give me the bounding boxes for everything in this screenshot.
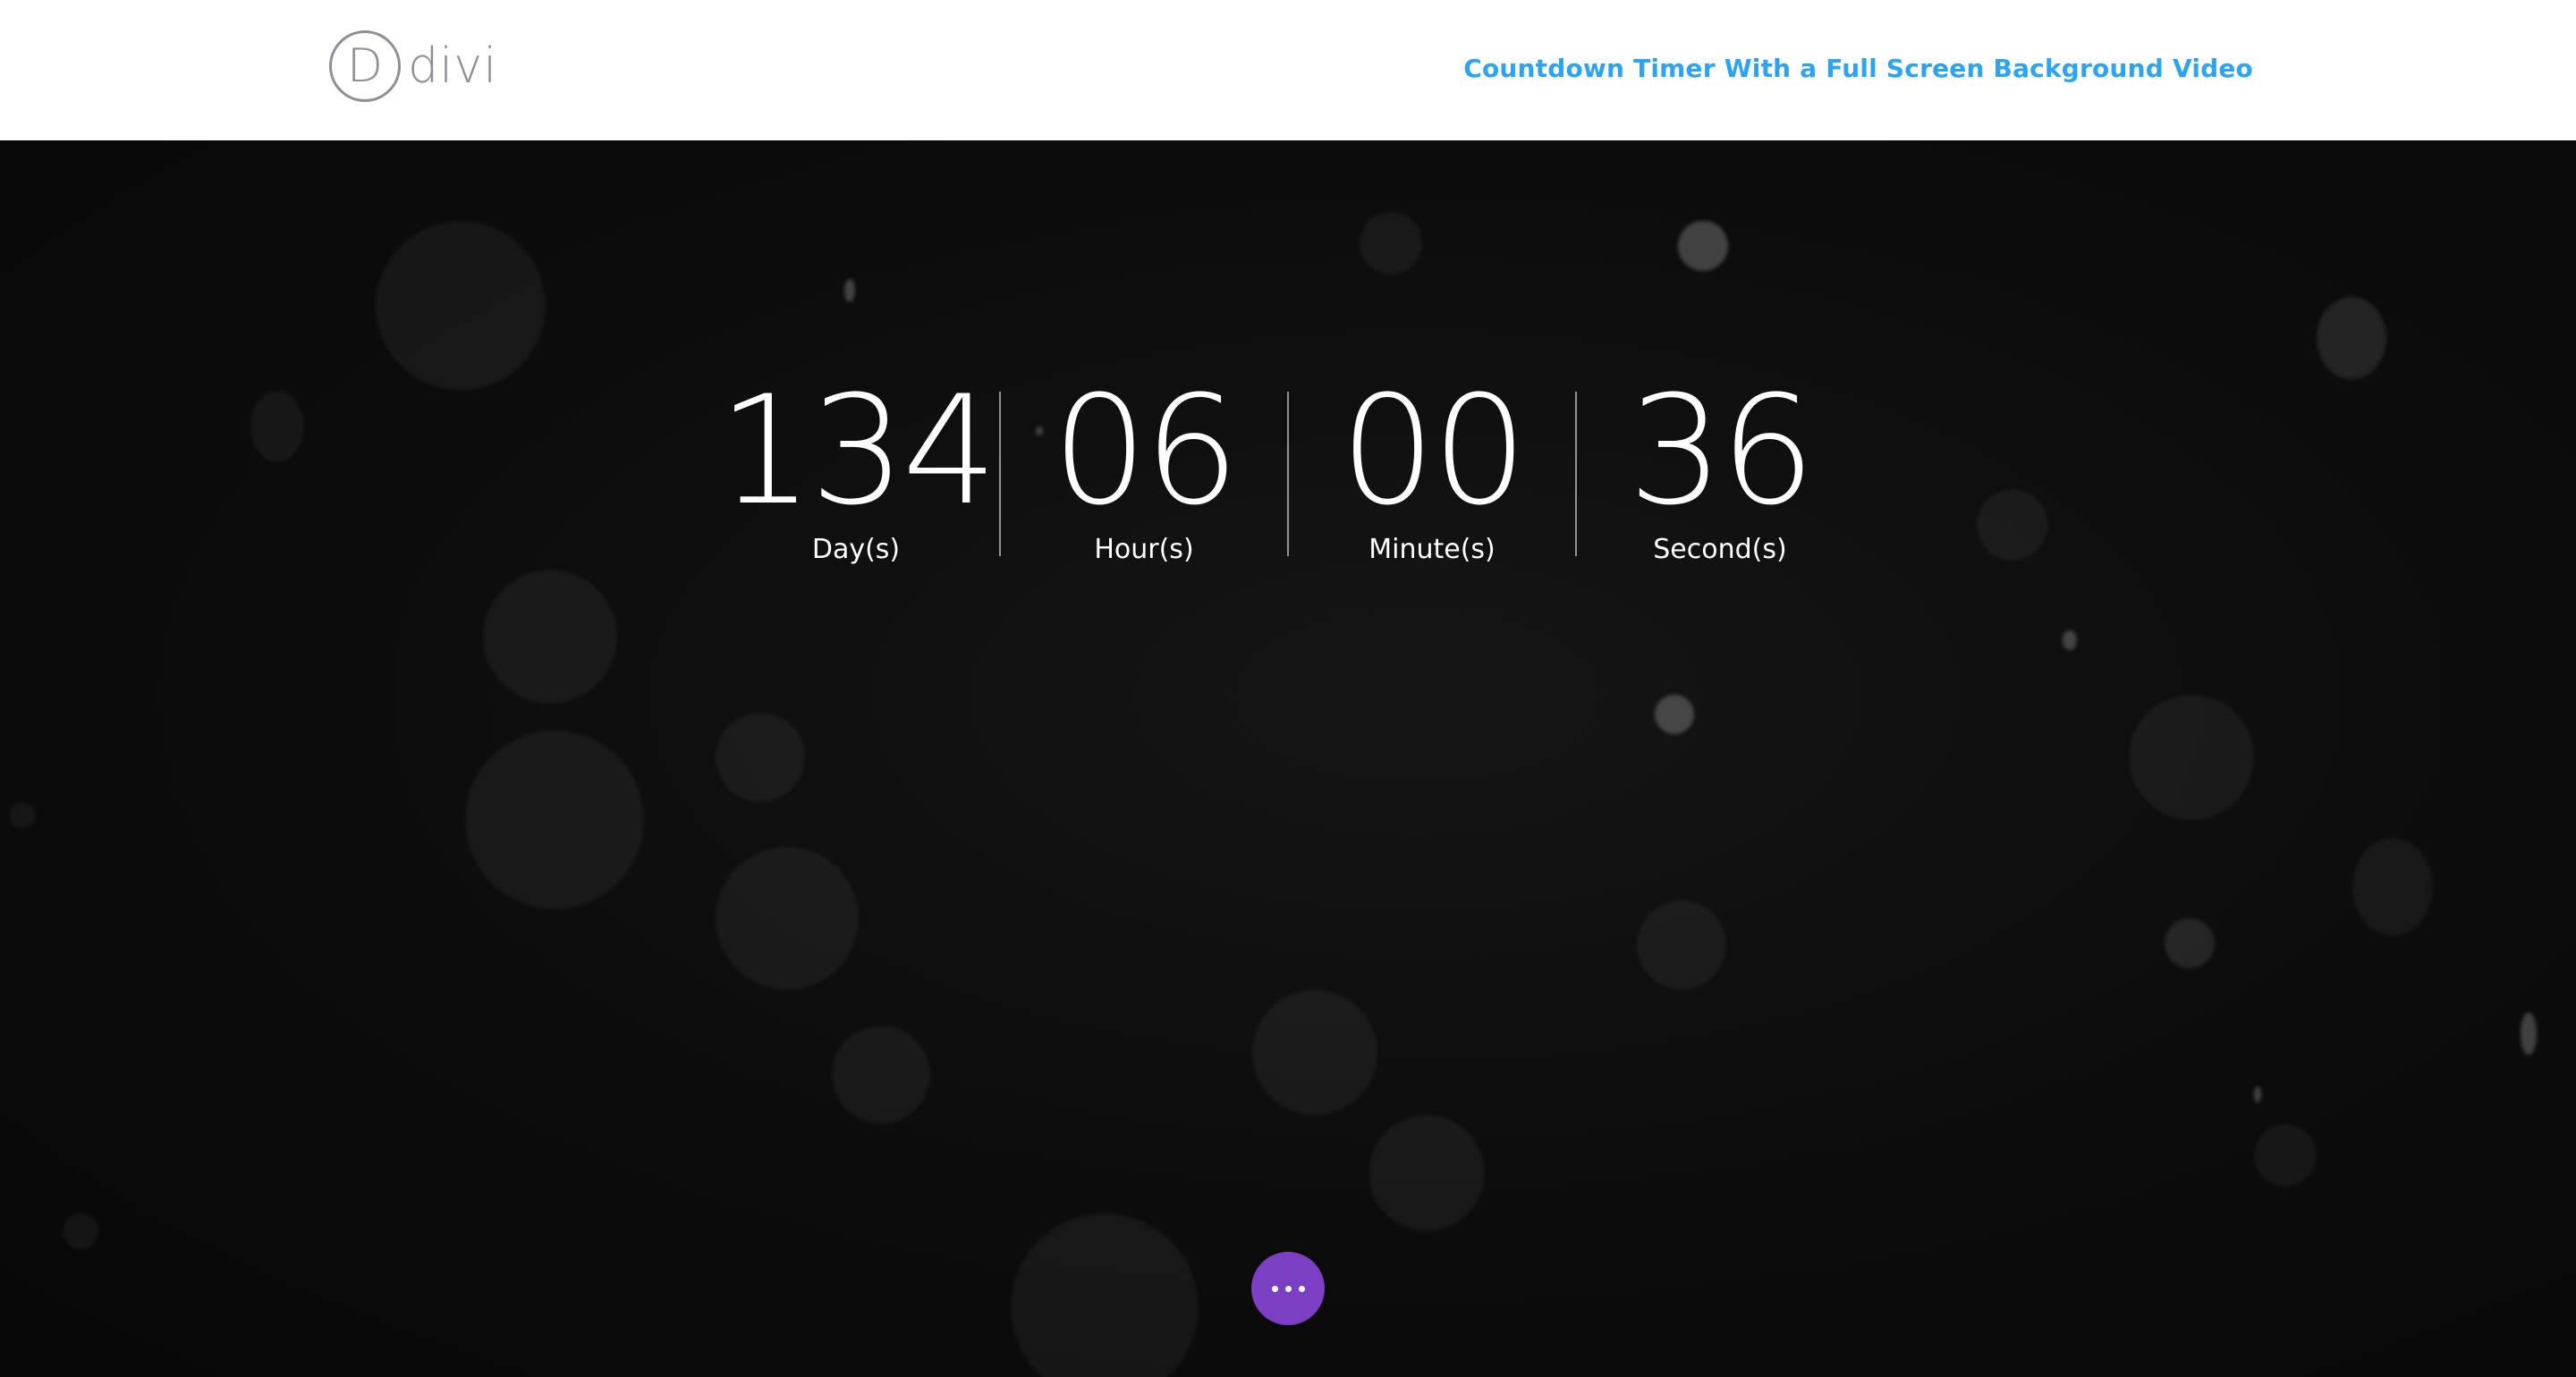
countdown-days: 134 Day(s) (713, 376, 999, 563)
logo-text: divi (408, 38, 498, 94)
bokeh-particle (483, 570, 617, 704)
bokeh-particle (844, 279, 855, 302)
seconds-value: 36 (1628, 363, 1816, 538)
countdown-seconds: 36 Second(s) (1577, 376, 1863, 563)
bokeh-particle (1655, 695, 1694, 734)
divi-logo[interactable]: D divi (329, 30, 497, 102)
bokeh-particle (716, 847, 859, 990)
bokeh-particle (2063, 630, 2077, 650)
days-label: Day(s) (811, 534, 901, 565)
days-value: 134 (717, 363, 998, 538)
bokeh-particle (716, 713, 805, 802)
bokeh-particle (1637, 900, 1726, 990)
bokeh-particle (465, 731, 644, 909)
bokeh-particle (2521, 1012, 2537, 1055)
bokeh-particle (832, 1026, 930, 1124)
bokeh-particle (2317, 297, 2386, 379)
countdown-hours: 06 Hour(s) (1001, 376, 1287, 563)
bokeh-particle (2129, 695, 2254, 820)
bokeh-particle (1011, 1213, 1199, 1377)
bokeh-particle (2254, 1124, 2317, 1187)
seconds-label: Second(s) (1653, 534, 1787, 565)
hours-value: 06 (1052, 363, 1240, 538)
bokeh-particle (2352, 838, 2433, 936)
hours-label: Hour(s) (1094, 534, 1194, 565)
countdown-minutes: 00 Minute(s) (1289, 376, 1575, 563)
minutes-value: 00 (1340, 363, 1528, 538)
bokeh-particle (9, 802, 36, 829)
ellipsis-icon (1271, 1285, 1305, 1292)
bokeh-particle (376, 221, 546, 391)
more-options-button[interactable] (1251, 1252, 1325, 1325)
page-title-link[interactable]: Countdown Timer With a Full Screen Backg… (1463, 54, 2253, 83)
bokeh-particle (1360, 212, 1422, 275)
bokeh-particle (63, 1213, 98, 1249)
minutes-label: Minute(s) (1368, 534, 1496, 565)
bokeh-particle (2254, 1086, 2261, 1102)
bokeh-particle (2165, 918, 2215, 968)
bokeh-particle (1368, 1115, 1485, 1231)
bokeh-particle (1678, 221, 1728, 271)
divi-logo-icon: D (329, 30, 401, 102)
site-header: D divi Countdown Timer With a Full Scree… (0, 0, 2576, 140)
countdown-timer: 134 Day(s) 06 Hour(s) 00 Minute(s) 36 Se… (0, 376, 2576, 563)
background-video (0, 140, 2576, 1377)
bokeh-particle (1252, 990, 1377, 1115)
